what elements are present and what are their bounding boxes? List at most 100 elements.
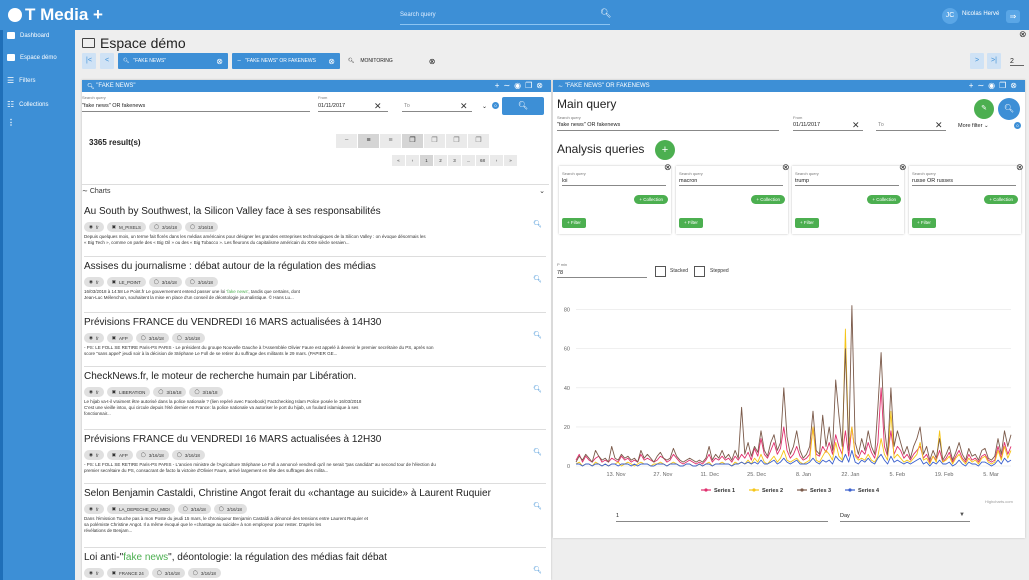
lang-chip[interactable]: ◉ fr [84, 568, 104, 578]
user-name[interactable]: Nicolas Hervé [962, 11, 999, 17]
article-title[interactable]: Prévisions FRANCE du VENDREDI 16 MARS ac… [84, 434, 546, 445]
user-avatar[interactable]: JC [942, 8, 958, 24]
source-chip[interactable]: ▣ LIBERATION [106, 387, 151, 397]
add-analysis-query-button[interactable]: + [655, 140, 675, 160]
list-view-icon[interactable]: ≡ [358, 134, 379, 148]
close-page-icon[interactable]: ⊗ [1019, 29, 1027, 40]
interval-value-input[interactable] [616, 510, 828, 522]
add-filter-button[interactable]: + Filter [795, 218, 819, 228]
run-query-button[interactable]: 🔍︎ [998, 98, 1020, 120]
date-chip[interactable]: ◯ 3/16/18 [177, 504, 211, 514]
source-chip[interactable]: ▣ AFP [106, 333, 133, 343]
lang-chip[interactable]: ◉ fr [84, 504, 104, 514]
lang-chip[interactable]: ◉ fr [84, 277, 104, 287]
add-collection-button[interactable]: + Collection [634, 195, 668, 204]
date-chip[interactable]: ◯ 3/16/18 [171, 333, 205, 343]
article-item[interactable]: CheckNews.fr, le moteur de recherche hum… [84, 371, 546, 430]
lang-chip[interactable]: ◉ fr [84, 222, 104, 232]
date-chip[interactable]: ◯ 3/16/18 [189, 387, 223, 397]
date-chip[interactable]: ◯ 3/16/18 [151, 568, 185, 578]
article-title[interactable]: Assises du journalisme : débat autour de… [84, 261, 546, 272]
chevron-down-icon[interactable]: ⌄ [482, 103, 487, 110]
grid-view-icon[interactable]: ❐ [424, 134, 445, 148]
sidebar-item-dashboard[interactable]: Dashboard [7, 32, 49, 39]
page-1[interactable]: 1 [420, 155, 433, 166]
tab-fake-news-or-fakenews[interactable]: ∼ "FAKE NEWS" OR FAKENEWS ⊗ [232, 53, 340, 69]
sidebar-item-espace-demo[interactable]: Espace démo [7, 54, 57, 61]
date-chip[interactable]: ◯ 3/16/18 [148, 222, 183, 232]
line-chart[interactable]: 0 20 40 60 80 13. Nov 27. Nov 11. Dec 25. Dec 8. … [556, 286, 1021, 506]
add-query-button[interactable]: ✎ [974, 99, 994, 119]
close-query-icon[interactable]: ⊗ [899, 162, 907, 173]
zoom-icon[interactable]: 🔍︎ [533, 566, 542, 574]
date-chip[interactable]: ◯ 3/16/18 [135, 333, 169, 343]
article-item[interactable]: Prévisions FRANCE du VENDREDI 16 MARS ac… [84, 317, 546, 367]
add-collection-button[interactable]: + Collection [984, 195, 1018, 204]
article-item[interactable]: Selon Benjamin Castaldi, Christine Angot… [84, 488, 546, 548]
first-tab-button[interactable]: |< [82, 53, 96, 69]
panel-action-icons[interactable]: +∼◉❐⊗ [495, 81, 547, 90]
article-item[interactable]: Au South by Southwest, la Silicon Valley… [84, 206, 546, 257]
gallery-view-icon[interactable]: ❐ [446, 134, 467, 148]
close-query-icon[interactable]: ⊗ [782, 162, 790, 173]
article-title[interactable]: Selon Benjamin Castaldi, Christine Angot… [84, 488, 546, 499]
search-icon[interactable]: 🔍︎ [600, 8, 611, 19]
source-chip[interactable]: ▣ FRANCE 24 [106, 568, 149, 578]
page-68[interactable]: 68 [476, 155, 489, 166]
source-chip[interactable]: ▣ LA_DEPECHE_DU_MIDI [106, 504, 175, 514]
more-filter-toggle[interactable]: More filter ⌄ [958, 123, 989, 129]
source-chip[interactable]: ▣ AFP [106, 450, 133, 460]
page-prev[interactable]: ‹ [406, 155, 419, 166]
clear-from-icon[interactable]: ✕ [374, 101, 382, 112]
date-chip[interactable]: ◯ 3/16/18 [153, 387, 187, 397]
global-search-input[interactable]: Search query [400, 9, 610, 25]
article-item[interactable]: Assises du journalisme : débat autour de… [84, 261, 546, 313]
close-query-icon[interactable]: ⊗ [1016, 162, 1024, 173]
app-logo[interactable]: T Media + [8, 5, 103, 25]
zoom-icon[interactable]: 🔍︎ [533, 385, 542, 393]
prev-tab-button[interactable]: < [100, 53, 114, 69]
stepped-checkbox[interactable] [694, 266, 705, 277]
article-item[interactable]: Loi anti-"fake news", déontologie: la ré… [84, 552, 546, 580]
page-2[interactable]: 2 [434, 155, 447, 166]
page-first[interactable]: « [392, 155, 405, 166]
close-tab-icon[interactable]: ⊗ [429, 57, 436, 66]
pmin-input[interactable] [557, 266, 647, 278]
zoom-icon[interactable]: 🔍︎ [533, 331, 542, 339]
add-collection-button[interactable]: + Collection [751, 195, 785, 204]
article-title[interactable]: Loi anti-"fake news", déontologie: la ré… [84, 552, 546, 563]
date-chip[interactable]: ◯ 3/16/18 [185, 222, 219, 232]
clear-from-icon[interactable]: ✕ [852, 120, 860, 131]
tile-view-icon[interactable]: ❐ [468, 134, 489, 148]
tab-fake-news[interactable]: 🔍︎ "FAKE NEWS" ⊗ [118, 53, 228, 69]
search-button[interactable]: 🔍︎ [502, 97, 544, 115]
close-query-icon[interactable]: ⊗ [664, 162, 672, 173]
last-tab-button[interactable]: >| [987, 53, 1001, 69]
more-menu-icon[interactable]: ⋮ [7, 118, 15, 127]
add-filter-button[interactable]: + Filter [562, 218, 586, 228]
zoom-icon[interactable]: 🔍︎ [533, 502, 542, 510]
lang-chip[interactable]: ◉ fr [84, 387, 104, 397]
detail-view-icon[interactable]: ≡ [380, 134, 401, 148]
source-chip[interactable]: ▣ LE_POINT [106, 277, 146, 287]
article-title[interactable]: Au South by Southwest, la Silicon Valley… [84, 206, 546, 217]
card-view-icon[interactable]: ❐ [402, 134, 423, 148]
page-3[interactable]: 3 [448, 155, 461, 166]
clear-to-icon[interactable]: ✕ [460, 101, 468, 112]
dropdown-caret-icon[interactable]: ▼ [959, 512, 965, 518]
zoom-icon[interactable]: 🔍︎ [533, 448, 542, 456]
clear-to-icon[interactable]: ✕ [935, 120, 943, 131]
close-tab-icon[interactable]: ⊗ [216, 57, 223, 66]
chevron-down-icon[interactable]: ⌄ [539, 187, 545, 195]
interval-unit-select[interactable] [840, 510, 970, 522]
add-filter-button[interactable]: + Filter [679, 218, 703, 228]
close-tab-icon[interactable]: ⊗ [328, 57, 335, 66]
compact-view-icon[interactable]: − [336, 134, 357, 148]
date-chip[interactable]: ◯ 3/16/18 [184, 277, 218, 287]
sidebar-item-collections[interactable]: ☷ Collections [7, 100, 49, 109]
lang-chip[interactable]: ◉ fr [84, 450, 104, 460]
add-collection-button[interactable]: + Collection [867, 195, 901, 204]
page-last[interactable]: » [504, 155, 517, 166]
analysis-query-input[interactable] [795, 175, 899, 186]
zoom-icon[interactable]: 🔍︎ [533, 220, 542, 228]
